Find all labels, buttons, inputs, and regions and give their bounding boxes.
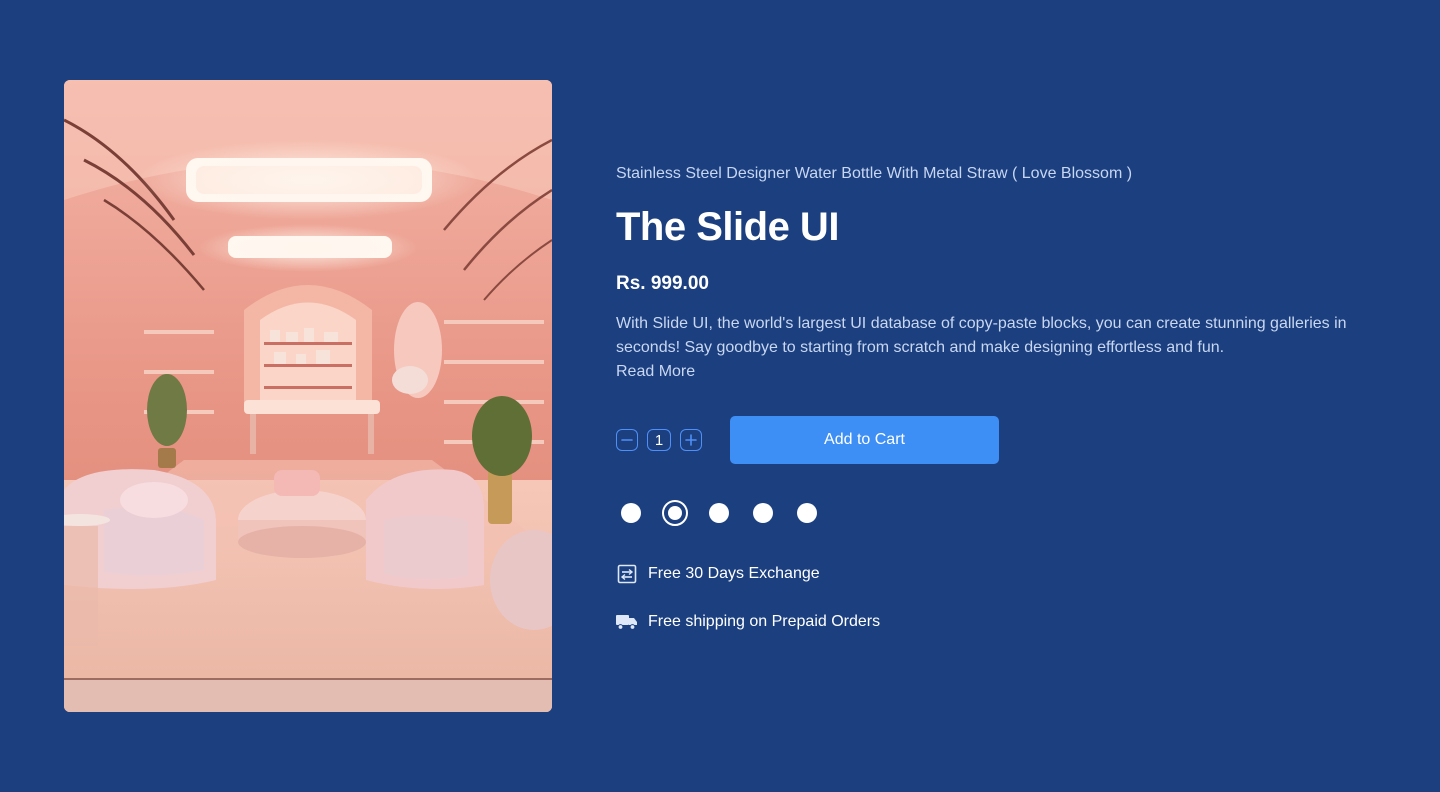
product-title: The Slide UI xyxy=(616,205,839,249)
product-price: Rs. 999.00 xyxy=(616,273,709,294)
feature-exchange: Free 30 Days Exchange xyxy=(616,562,1376,586)
minus-icon xyxy=(621,439,633,441)
truck-icon xyxy=(616,611,638,633)
color-swatch-3[interactable] xyxy=(709,503,729,523)
product-image[interactable] xyxy=(64,80,552,712)
color-swatch-5[interactable] xyxy=(797,503,817,523)
decrease-quantity-button[interactable] xyxy=(616,429,638,451)
feature-exchange-label: Free 30 Days Exchange xyxy=(648,565,820,582)
feature-shipping-label: Free shipping on Prepaid Orders xyxy=(648,613,881,630)
color-swatches xyxy=(621,500,1376,526)
product-description: With Slide UI, the world's largest UI da… xyxy=(616,312,1366,384)
exchange-icon xyxy=(616,563,638,585)
product-page: Stainless Steel Designer Water Bottle Wi… xyxy=(0,0,1440,792)
add-to-cart-button[interactable]: Add to Cart xyxy=(730,416,999,464)
cart-controls: 1 Add to Cart xyxy=(616,416,1376,464)
color-swatch-1[interactable] xyxy=(621,503,641,523)
swatch-selected-dot xyxy=(668,506,682,520)
plus-icon xyxy=(685,434,697,446)
description-text: With Slide UI, the world's largest UI da… xyxy=(616,315,1347,356)
quantity-value[interactable]: 1 xyxy=(647,429,671,451)
product-subtitle: Stainless Steel Designer Water Bottle Wi… xyxy=(616,165,1133,182)
product-details: Stainless Steel Designer Water Bottle Wi… xyxy=(616,160,1376,634)
feature-shipping: Free shipping on Prepaid Orders xyxy=(616,610,1376,634)
color-swatch-4[interactable] xyxy=(753,503,773,523)
read-more-link[interactable]: Read More xyxy=(616,363,695,380)
increase-quantity-button[interactable] xyxy=(680,429,702,451)
showroom-illustration xyxy=(64,80,552,712)
color-swatch-2-selected[interactable] xyxy=(662,500,688,526)
